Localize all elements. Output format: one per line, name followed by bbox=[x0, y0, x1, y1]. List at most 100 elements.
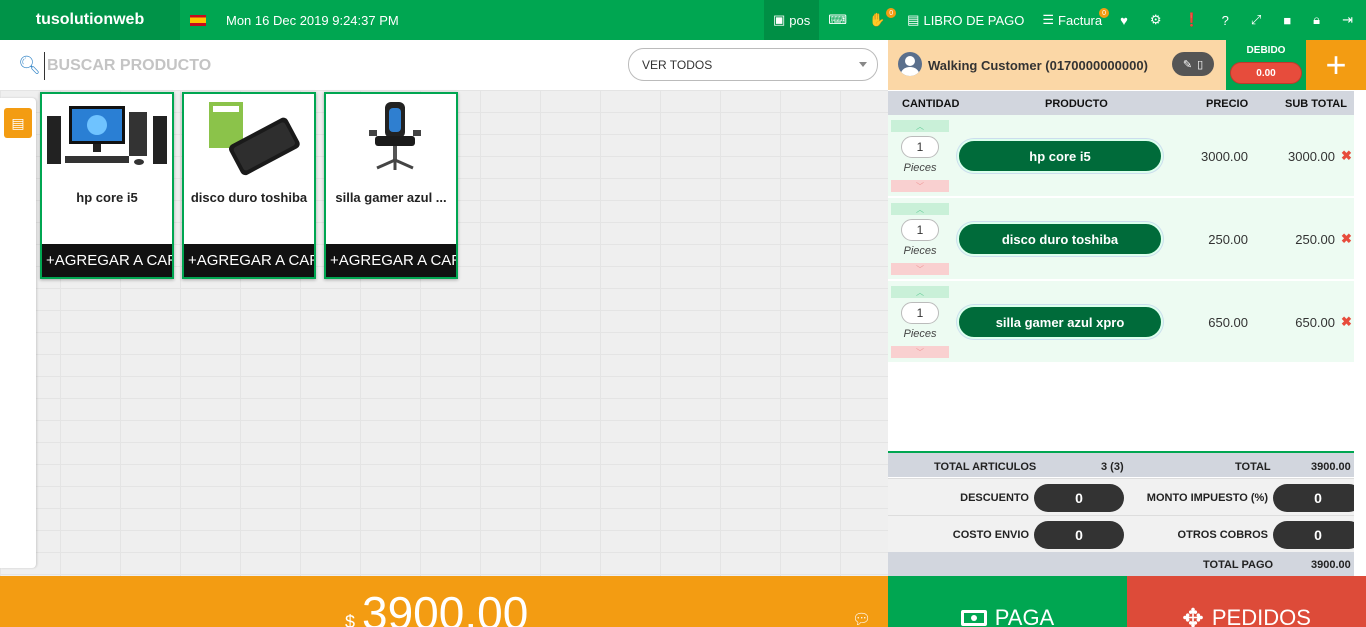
hand-icon: ✋ bbox=[868, 12, 886, 27]
logout-icon: ⇥ bbox=[1342, 12, 1353, 27]
category-filter-select[interactable]: VER TODOS bbox=[628, 48, 878, 81]
nav-help[interactable]: ? bbox=[1213, 0, 1242, 40]
factura-badge: 0 bbox=[1099, 8, 1110, 18]
book-icon: ▤ bbox=[907, 12, 920, 27]
hold-badge: 0 bbox=[886, 8, 897, 18]
cart-price: 650.00 bbox=[1208, 315, 1248, 330]
lock-icon: 🔒︎ bbox=[1313, 12, 1321, 27]
product-image bbox=[326, 94, 456, 178]
add-to-cart-button[interactable]: +AGREGAR A CARRITO bbox=[184, 244, 314, 277]
help-icon: ? bbox=[1221, 12, 1229, 28]
product-card[interactable]: hp core i5 +AGREGAR A CARRITO bbox=[40, 92, 174, 279]
header-producto: PRODUCTO bbox=[1045, 98, 1108, 110]
nav-factura[interactable]: ☰ Factura 0 bbox=[1033, 0, 1111, 40]
nav-pos-label: pos bbox=[789, 12, 811, 28]
qty-input[interactable]: 1 bbox=[901, 219, 939, 241]
otros-input[interactable]: 0 bbox=[1273, 521, 1363, 549]
descuento-label: DESCUENTO bbox=[960, 492, 1029, 504]
currency-symbol: $ bbox=[345, 612, 356, 627]
nav-libro-label: LIBRO DE PAGO bbox=[923, 12, 1025, 28]
nav-logout[interactable]: ⇥ bbox=[1333, 0, 1366, 40]
spain-flag-icon[interactable] bbox=[190, 14, 206, 26]
brand-logo[interactable]: tusolutionweb bbox=[0, 0, 180, 40]
edit-icon[interactable]: ✎ bbox=[1183, 58, 1192, 71]
chevron-up-icon: ︿ bbox=[916, 204, 924, 214]
summary-total-pago-row: TOTAL PAGO 3900.00 bbox=[888, 552, 1354, 576]
impuesto-label: MONTO IMPUESTO (%) bbox=[1146, 492, 1268, 504]
nav-libro-de-pago[interactable]: ▤ LIBRO DE PAGO bbox=[898, 0, 1033, 40]
impuesto-input[interactable]: 0 bbox=[1273, 484, 1363, 512]
nav-window[interactable]: ■ bbox=[1274, 0, 1304, 40]
cart-product-name[interactable]: silla gamer azul xpro bbox=[957, 305, 1163, 339]
otros-label: OTROS COBROS bbox=[1177, 529, 1268, 541]
cart-subtotal: 250.00 bbox=[1295, 232, 1335, 247]
product-name: disco duro toshiba bbox=[190, 190, 308, 205]
summary-totals-row: TOTAL ARTICULOS 3 (3) TOTAL 3900.00 bbox=[888, 453, 1354, 477]
list-icon: ☰ bbox=[1042, 12, 1055, 27]
orders-label: PEDIDOS bbox=[1211, 605, 1311, 627]
remove-item-icon[interactable]: ✖ bbox=[1341, 148, 1352, 164]
qty-input[interactable]: 1 bbox=[901, 136, 939, 158]
money-icon bbox=[960, 610, 987, 626]
search-input[interactable] bbox=[44, 52, 444, 80]
descuento-input[interactable]: 0 bbox=[1034, 484, 1124, 512]
keyboard-icon: ⌨ bbox=[828, 12, 847, 27]
total-pago-label: TOTAL PAGO bbox=[1203, 559, 1274, 571]
nav-lock[interactable]: 🔒︎ bbox=[1304, 0, 1333, 40]
pos-icon: ▣ bbox=[772, 12, 786, 27]
cart-product-name[interactable]: hp core i5 bbox=[957, 139, 1163, 173]
qty-increase-button[interactable]: ︿ bbox=[891, 203, 949, 215]
cart-subtotal: 650.00 bbox=[1295, 315, 1335, 330]
header-subtotal: SUB TOTAL bbox=[1285, 98, 1347, 110]
nav-settings[interactable]: ⚙ bbox=[1141, 0, 1175, 40]
category-button[interactable]: ▤ bbox=[4, 108, 32, 138]
product-image bbox=[42, 94, 172, 178]
chevron-down-icon: ﹀ bbox=[916, 264, 924, 274]
search-row: 🔍︎ VER TODOS bbox=[0, 40, 888, 90]
qty-decrease-button[interactable]: ﹀ bbox=[891, 263, 949, 275]
nav-favorites[interactable]: ♥ bbox=[1111, 0, 1141, 40]
nav-fullscreen[interactable]: ⤢ bbox=[1242, 0, 1274, 40]
qty-decrease-button[interactable]: ﹀ bbox=[891, 346, 949, 358]
nav-hold[interactable]: ✋ 0 bbox=[860, 0, 898, 40]
add-customer-button[interactable]: + bbox=[1306, 40, 1366, 90]
qty-unit: Pieces bbox=[903, 328, 937, 340]
qty-increase-button[interactable]: ︿ bbox=[891, 286, 949, 298]
chevron-down-icon: ﹀ bbox=[916, 181, 924, 191]
scrollbar[interactable] bbox=[1354, 90, 1366, 577]
product-card[interactable]: disco duro toshiba +AGREGAR A CARRITO bbox=[182, 92, 316, 279]
add-to-cart-button[interactable]: +AGREGAR A CARRITO bbox=[42, 244, 172, 277]
qty-decrease-button[interactable]: ﹀ bbox=[891, 180, 949, 192]
product-name: silla gamer azul ... bbox=[335, 190, 447, 205]
cart-row: ︿ 1 Pieces ﹀ silla gamer azul xpro 650.0… bbox=[888, 281, 1354, 363]
remove-item-icon[interactable]: ✖ bbox=[1341, 231, 1352, 247]
nav-keyboard[interactable]: ⌨ bbox=[819, 0, 860, 40]
chevron-up-icon: ︿ bbox=[916, 121, 924, 131]
customer-name[interactable]: Walking Customer (0170000000000) bbox=[928, 58, 1148, 73]
chat-icon[interactable]: 💬︎ bbox=[852, 610, 871, 627]
cart-product-name[interactable]: disco duro toshiba bbox=[957, 222, 1163, 256]
chevron-down-icon: ﹀ bbox=[916, 347, 924, 357]
move-icon: ✥ bbox=[1182, 603, 1204, 627]
add-to-cart-button[interactable]: +AGREGAR A CARRITO bbox=[326, 244, 456, 277]
phone-icon[interactable]: ▯ bbox=[1197, 58, 1203, 71]
envio-input[interactable]: 0 bbox=[1034, 521, 1124, 549]
alert-icon: ❗ bbox=[1183, 12, 1200, 27]
pay-label: PAGA bbox=[994, 605, 1055, 627]
top-nav: ▣ pos ⌨ ✋ 0 ▤ LIBRO DE PAGO ☰ Factura 0 … bbox=[763, 0, 1366, 40]
total-articulos-value: 3 (3) bbox=[1101, 461, 1124, 473]
avatar bbox=[898, 52, 922, 76]
debido-label: DEBIDO bbox=[1246, 45, 1286, 56]
product-card[interactable]: silla gamer azul ... +AGREGAR A CARRITO bbox=[324, 92, 458, 279]
pay-button[interactable]: PAGA bbox=[888, 576, 1127, 627]
orders-button[interactable]: ✥ PEDIDOS bbox=[1127, 576, 1366, 627]
summary-discount-row: DESCUENTO 0 MONTO IMPUESTO (%) 0 bbox=[888, 478, 1363, 515]
total-label: TOTAL bbox=[1235, 461, 1271, 473]
nav-alerts[interactable]: ❗ bbox=[1174, 0, 1212, 40]
heart-icon: ♥ bbox=[1120, 12, 1128, 28]
qty-input[interactable]: 1 bbox=[901, 302, 939, 324]
nav-pos[interactable]: ▣ pos bbox=[763, 0, 820, 40]
expand-icon: ⤢ bbox=[1250, 12, 1262, 27]
qty-increase-button[interactable]: ︿ bbox=[891, 120, 949, 132]
remove-item-icon[interactable]: ✖ bbox=[1341, 314, 1352, 330]
